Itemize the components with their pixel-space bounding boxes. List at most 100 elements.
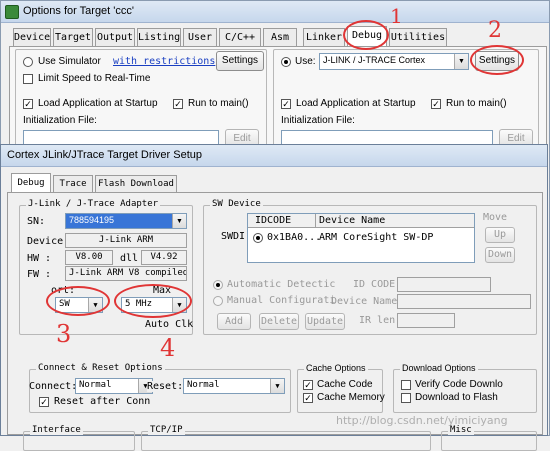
window-title: Options for Target 'ccc' bbox=[23, 5, 134, 17]
device-label: Device: bbox=[27, 236, 70, 247]
load-app-right-label: Load Application at Startup bbox=[296, 98, 416, 109]
app-icon bbox=[5, 5, 19, 19]
cache-code-label: Cache Code bbox=[317, 379, 373, 390]
connect-label: Connect: bbox=[29, 381, 78, 392]
reset-select[interactable]: Normal ▼ bbox=[183, 378, 285, 394]
row-device-name: ARM CoreSight SW-DP bbox=[319, 232, 434, 243]
tab-target[interactable]: Target bbox=[53, 28, 93, 46]
use-simulator-radio[interactable] bbox=[23, 57, 33, 67]
auto-clk-label: Auto Clk bbox=[145, 319, 194, 330]
annotation-number-4: 4 bbox=[160, 334, 176, 362]
watermark: http://blog.csdn.net/yimiciyang bbox=[336, 414, 508, 427]
annotation-number-3: 3 bbox=[56, 320, 72, 348]
add-button[interactable]: Add bbox=[217, 313, 251, 330]
chevron-down-icon: ▼ bbox=[454, 54, 468, 69]
move-up-button[interactable]: Up bbox=[485, 227, 515, 243]
cache-options-group: Cache Options bbox=[297, 363, 383, 413]
move-label: Move bbox=[483, 212, 508, 223]
auto-detect-radio[interactable] bbox=[213, 280, 223, 290]
options-titlebar: Options for Target 'ccc' bbox=[1, 1, 549, 23]
use-label: Use: bbox=[295, 56, 316, 67]
tab-user[interactable]: User bbox=[183, 28, 217, 46]
verify-code-checkbox[interactable] bbox=[401, 380, 411, 390]
tab-cc[interactable]: C/C++ bbox=[219, 28, 261, 46]
sim-settings-button[interactable]: Settings bbox=[216, 51, 264, 71]
interface-group: Interface bbox=[23, 425, 135, 451]
device-field: J-Link ARM bbox=[65, 233, 187, 248]
annotation-number-2: 2 bbox=[488, 18, 502, 43]
tcpip-group: TCP/IP bbox=[141, 425, 431, 451]
init-file-right-label: Initialization File: bbox=[281, 115, 355, 126]
cache-memory-checkbox[interactable]: ✓ bbox=[303, 393, 313, 403]
update-button[interactable]: Update bbox=[305, 313, 345, 330]
max-clock-highlight bbox=[114, 284, 192, 318]
load-app-left-label: Load Application at Startup bbox=[38, 98, 158, 109]
settings-button-highlight bbox=[470, 45, 524, 75]
reset-label: Reset: bbox=[147, 381, 184, 392]
limit-speed-label: Limit Speed to Real-Time bbox=[38, 73, 151, 84]
load-app-left-checkbox[interactable]: ✓ bbox=[23, 99, 33, 109]
ir-len-input[interactable] bbox=[397, 313, 455, 328]
table-row-radio[interactable] bbox=[253, 233, 263, 243]
dialog-title: Cortex JLink/JTrace Target Driver Setup bbox=[7, 149, 203, 161]
reset-after-conn-label: Reset after Conn bbox=[54, 396, 151, 407]
hw-label: HW : bbox=[27, 253, 52, 264]
ir-len-label: IR len: bbox=[359, 315, 402, 326]
fw-label: FW : bbox=[27, 269, 52, 280]
run-to-main-right-label: Run to main() bbox=[446, 98, 507, 109]
chevron-down-icon: ▼ bbox=[270, 379, 284, 393]
col-divider bbox=[315, 214, 316, 228]
cache-code-checkbox[interactable]: ✓ bbox=[303, 380, 313, 390]
dll-label: dll bbox=[120, 253, 139, 264]
dialog-tab-debug[interactable]: Debug bbox=[11, 173, 51, 193]
sn-select[interactable]: 788594195 ▼ bbox=[65, 213, 187, 229]
id-code-input[interactable] bbox=[397, 277, 491, 292]
port-highlight bbox=[46, 286, 110, 316]
hw-field: V8.00 bbox=[65, 250, 113, 265]
auto-clk-checkbox[interactable] bbox=[131, 319, 141, 329]
init-file-left-label: Initialization File: bbox=[23, 115, 97, 126]
misc-group: Misc bbox=[441, 425, 537, 451]
tab-device[interactable]: Device bbox=[13, 28, 51, 46]
connect-select[interactable]: Normal ▼ bbox=[75, 378, 153, 394]
driver-select[interactable]: J-LINK / J-TRACE Cortex ▼ bbox=[319, 53, 469, 70]
fw-field: J-Link ARM V8 compiled l bbox=[65, 266, 187, 281]
delete-button[interactable]: Delete bbox=[259, 313, 299, 330]
run-to-main-right-checkbox[interactable]: ✓ bbox=[431, 99, 441, 109]
id-code-label: ID CODE: bbox=[353, 279, 402, 290]
row-idcode: 0x1BA0... bbox=[267, 232, 322, 243]
dll-field: V4.92 bbox=[141, 250, 187, 265]
annotation-number-1: 1 bbox=[390, 4, 403, 28]
sn-label: SN: bbox=[27, 216, 46, 227]
run-to-main-left-label: Run to main() bbox=[188, 98, 249, 109]
tab-utilities[interactable]: Utilities bbox=[389, 28, 447, 46]
move-down-button[interactable]: Down bbox=[485, 247, 515, 263]
limit-speed-checkbox[interactable] bbox=[23, 74, 33, 84]
col-device-name: Device Name bbox=[319, 215, 386, 226]
download-flash-checkbox[interactable] bbox=[401, 393, 411, 403]
tab-output[interactable]: Output bbox=[95, 28, 135, 46]
tab-listing[interactable]: Listing bbox=[137, 28, 181, 46]
download-options-group: Download Options bbox=[393, 363, 537, 413]
col-idcode: IDCODE bbox=[255, 215, 292, 226]
reset-after-conn-checkbox[interactable]: ✓ bbox=[39, 397, 49, 407]
auto-detect-label: Automatic Detectic bbox=[227, 279, 336, 290]
dialog-titlebar: Cortex JLink/JTrace Target Driver Setup bbox=[1, 145, 547, 167]
use-driver-radio[interactable] bbox=[281, 57, 291, 67]
run-to-main-left-checkbox[interactable]: ✓ bbox=[173, 99, 183, 109]
debug-tab-highlight bbox=[343, 20, 389, 50]
use-simulator-label: Use Simulator bbox=[38, 56, 101, 67]
dialog-tab-flash-download[interactable]: Flash Download bbox=[95, 175, 177, 193]
download-flash-label: Download to Flash bbox=[415, 392, 498, 403]
manual-config-radio[interactable] bbox=[213, 296, 223, 306]
device-name-input[interactable] bbox=[397, 294, 531, 309]
tab-linker[interactable]: Linker bbox=[303, 28, 345, 46]
tab-asm[interactable]: Asm bbox=[263, 28, 297, 46]
verify-code-label: Verify Code Downlo bbox=[415, 379, 503, 390]
dialog-tab-trace[interactable]: Trace bbox=[53, 175, 93, 193]
load-app-right-checkbox[interactable]: ✓ bbox=[281, 99, 291, 109]
with-restrictions-link[interactable]: with restrictions bbox=[113, 56, 215, 67]
chevron-down-icon: ▼ bbox=[172, 214, 186, 228]
device-name-label: Device Name: bbox=[331, 296, 404, 307]
cache-memory-label: Cache Memory bbox=[317, 392, 385, 403]
